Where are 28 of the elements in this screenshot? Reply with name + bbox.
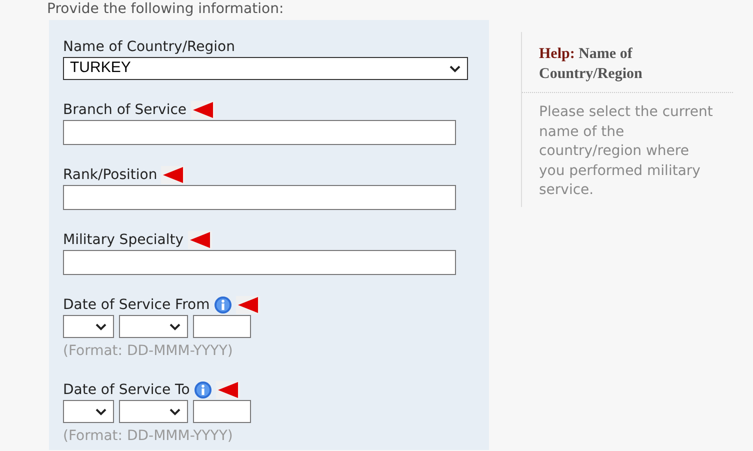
field-label: Name of Country/Region <box>63 38 235 56</box>
info-icon[interactable] <box>214 296 232 314</box>
dropdown[interactable] <box>119 400 188 423</box>
text-field[interactable] <box>63 185 456 210</box>
text-field[interactable] <box>63 250 456 275</box>
field-label: Branch of Service <box>63 101 187 119</box>
intro-text: Provide the following information: <box>47 0 285 17</box>
chevron-down-icon <box>169 408 181 416</box>
dropdown[interactable] <box>63 315 114 338</box>
country-dropdown[interactable]: TURKEY <box>63 57 468 80</box>
field-label: Military Specialty <box>63 231 184 249</box>
text-field[interactable] <box>63 120 456 145</box>
format-hint: (Format: DD-MMM-YYYY) <box>63 427 234 445</box>
help-text: Please select the current name of the country/region where you performed military service. <box>538 103 714 200</box>
year-field[interactable] <box>193 400 251 423</box>
chevron-down-icon <box>169 322 181 330</box>
dropdown[interactable] <box>119 315 188 338</box>
chevron-down-icon <box>95 322 107 330</box>
info-icon[interactable] <box>194 381 212 399</box>
field-label: Rank/Position <box>63 166 158 184</box>
format-hint: (Format: DD-MMM-YYYY) <box>63 342 234 360</box>
field-label: Date of Service To <box>63 381 190 399</box>
chevron-down-icon <box>449 64 461 72</box>
chevron-down-icon <box>95 408 107 416</box>
dropdown[interactable] <box>63 400 114 423</box>
help-heading: Help: Name of Country/Region <box>539 45 644 84</box>
year-field[interactable] <box>193 315 251 338</box>
field-label: Date of Service From <box>63 296 210 314</box>
